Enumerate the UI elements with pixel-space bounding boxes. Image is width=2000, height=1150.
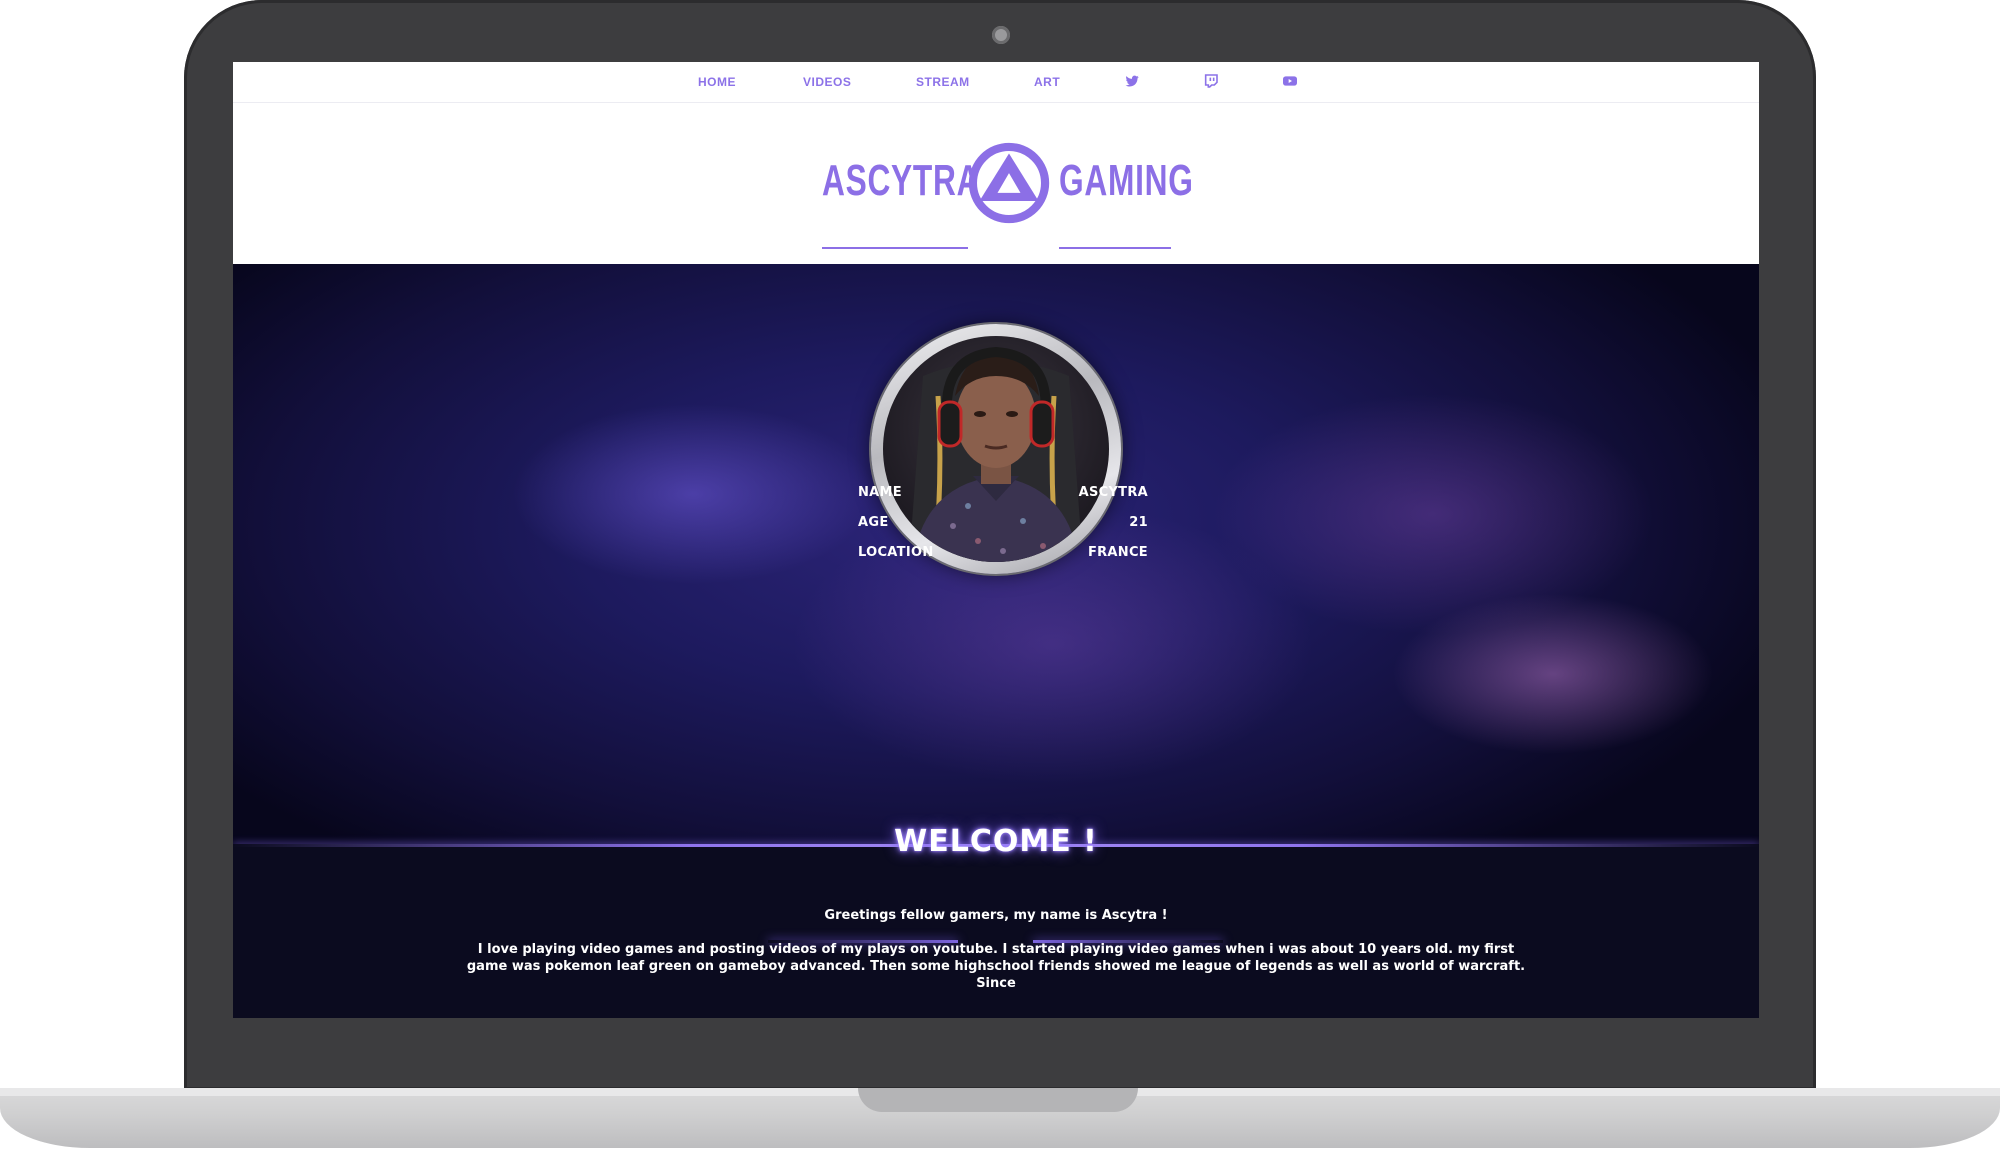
welcome-title: WELCOME ! (894, 824, 1098, 859)
profile-value: ASCYTRA (1078, 485, 1148, 500)
triangle-circle-emblem-icon (968, 142, 1050, 224)
logo-header: ASCYTRA GAMING (233, 103, 1759, 264)
profile-row-location: LOCATION FRANCE (858, 545, 1148, 565)
welcome-section: WELCOME ! Greetings fellow gamers, my na… (233, 824, 1759, 1018)
top-navbar: HOME VIDEOS STREAM ART (233, 62, 1759, 103)
logo-right-word: GAMING (1059, 156, 1194, 205)
logo-underline-right (1059, 247, 1171, 249)
nav-stream-link[interactable]: STREAM (916, 75, 970, 89)
nav-home-link[interactable]: HOME (698, 75, 736, 89)
twitter-icon[interactable] (1124, 73, 1140, 89)
twitch-icon[interactable] (1203, 73, 1219, 89)
nav-art-link[interactable]: ART (1034, 75, 1060, 89)
welcome-body-text: I love playing video games and posting v… (466, 942, 1526, 991)
webcam-icon (992, 26, 1010, 44)
laptop-notch (858, 1088, 1138, 1112)
profile-row-age: AGE 21 (858, 515, 1148, 535)
profile-value: 21 (1129, 515, 1148, 530)
logo-underline-left (822, 247, 968, 249)
profile-label: AGE (858, 515, 889, 530)
logo-left-word: ASCYTRA (822, 156, 981, 205)
youtube-icon[interactable] (1282, 73, 1298, 89)
profile-label: LOCATION (858, 545, 934, 560)
nav-videos-link[interactable]: VIDEOS (803, 75, 851, 89)
profile-value: FRANCE (1087, 545, 1148, 560)
browser-viewport: HOME VIDEOS STREAM ART ASCYTRA GAMING NA… (233, 62, 1759, 1018)
profile-row-name: NAME ASCYTRA (858, 485, 1148, 505)
profile-label: NAME (858, 485, 902, 500)
welcome-greeting: Greetings fellow gamers, my name is Ascy… (824, 908, 1168, 923)
